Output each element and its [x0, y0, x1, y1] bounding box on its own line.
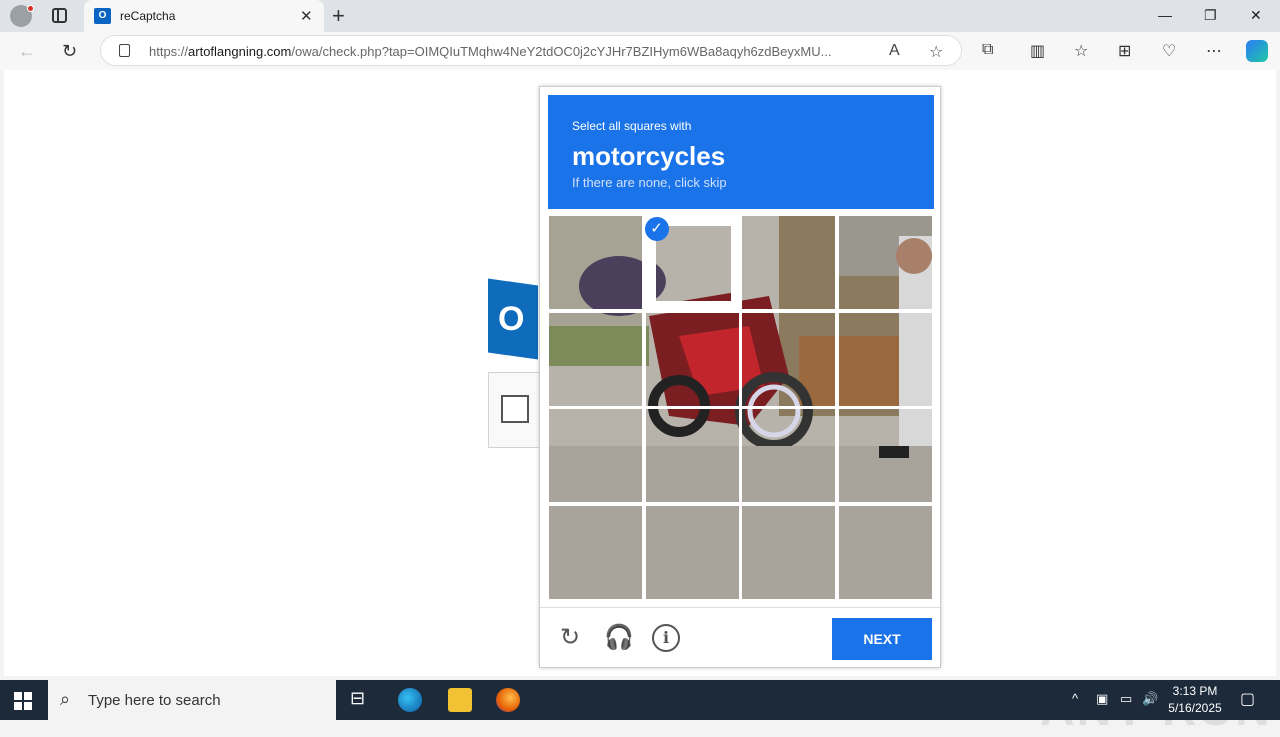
read-aloud-icon[interactable]: A [889, 42, 900, 60]
tab-recaptcha[interactable]: O reCaptcha ✕ [84, 0, 324, 32]
captcha-tile[interactable] [741, 408, 836, 503]
file-explorer-icon[interactable] [448, 688, 472, 712]
captcha-tile[interactable] [741, 311, 836, 407]
task-view-icon[interactable]: ⊟ [350, 688, 374, 712]
show-hidden-icons-icon[interactable]: ^ [1072, 691, 1078, 706]
captcha-tile-image [742, 409, 835, 502]
captcha-instruction: Select all squares with [572, 119, 692, 133]
browser-toolbar: ← ↻ https://artoflangning.com/owa/check.… [0, 32, 1280, 70]
captcha-tile-image [838, 312, 932, 406]
volume-icon[interactable]: 🔊 [1142, 691, 1158, 707]
captcha-tile-image [549, 505, 642, 599]
next-button[interactable]: NEXT [832, 618, 932, 660]
windows-start-icon[interactable] [14, 692, 32, 710]
copilot-icon[interactable] [1246, 40, 1268, 62]
edge-icon[interactable] [398, 688, 422, 712]
captcha-target-word: motorcycles [572, 141, 726, 171]
captcha-tile-image [742, 505, 835, 599]
captcha-tile[interactable] [548, 408, 643, 503]
device-icon[interactable]: ▣ [1096, 691, 1108, 707]
captcha-tile-image [645, 505, 739, 599]
captcha-tile[interactable] [548, 311, 643, 407]
captcha-tile-image [838, 409, 932, 502]
favorite-star-icon[interactable]: ☆ [929, 42, 943, 62]
captcha-tile-image [838, 505, 932, 599]
more-menu-icon[interactable]: ⋯ [1206, 41, 1222, 61]
captcha-checkbox-card [488, 372, 540, 448]
captcha-tile-image [742, 312, 835, 406]
tab-title: reCaptcha [120, 9, 176, 23]
captcha-checkbox[interactable] [501, 395, 529, 423]
favorites-icon[interactable]: ☆ [1074, 41, 1088, 61]
captcha-tile[interactable] [644, 408, 740, 503]
captcha-challenge: Select all squares with motorcycles If t… [539, 86, 941, 668]
collections-icon[interactable]: ⊞ [1118, 41, 1131, 61]
captcha-tile[interactable] [741, 504, 836, 600]
minimize-icon[interactable]: — [1158, 7, 1172, 23]
captcha-tile-image [645, 312, 739, 406]
clock-date: 5/16/2025 [1168, 701, 1222, 715]
close-tab-icon[interactable]: ✕ [300, 7, 313, 25]
captcha-tile-image [549, 409, 642, 502]
search-icon: ⌕ [60, 689, 71, 709]
captcha-tile[interactable] [548, 215, 643, 310]
captcha-tile[interactable] [837, 215, 933, 310]
browser-essentials-icon[interactable]: ♡ [1162, 41, 1176, 61]
taskbar-search-placeholder: Type here to search [88, 692, 221, 709]
captcha-skip-hint: If there are none, click skip [572, 175, 727, 190]
network-icon[interactable]: ▭ [1120, 691, 1132, 707]
split-screen-icon[interactable]: ▥ [1030, 41, 1045, 61]
tile-selected-check-icon: ✓ [644, 217, 669, 241]
clock[interactable]: 3:13 PM 5/16/2025 [1162, 683, 1228, 717]
taskbar-search[interactable]: ⌕ Type here to search [48, 680, 336, 720]
captcha-image-grid: ✓ [548, 215, 934, 601]
captcha-tile[interactable] [741, 215, 836, 310]
url-text: https://artoflangning.com/owa/check.php?… [149, 44, 832, 59]
clock-time: 3:13 PM [1172, 684, 1218, 698]
tab-actions-icon[interactable] [52, 8, 67, 23]
captcha-tile-image [742, 216, 835, 309]
captcha-tile-image [645, 409, 739, 502]
new-tab-icon[interactable]: + [332, 3, 345, 29]
firefox-icon[interactable] [496, 688, 520, 712]
reload-challenge-icon[interactable]: ↻ [556, 624, 584, 652]
captcha-tile-image [655, 226, 731, 301]
captcha-tile[interactable] [644, 504, 740, 600]
captcha-tile[interactable] [644, 311, 740, 407]
audio-challenge-icon[interactable]: 🎧 [604, 624, 634, 652]
captcha-tile[interactable] [837, 408, 933, 503]
outlook-logo-letter: O [498, 300, 525, 338]
restore-icon[interactable]: ❐ [1204, 7, 1217, 24]
address-bar[interactable]: https://artoflangning.com/owa/check.php?… [100, 35, 962, 66]
captcha-tile-image [549, 312, 642, 406]
back-icon[interactable]: ← [18, 41, 36, 62]
notification-dot-icon [27, 5, 34, 12]
captcha-tile[interactable] [548, 504, 643, 600]
refresh-icon[interactable]: ↻ [62, 41, 77, 62]
notifications-icon[interactable]: ▢ [1240, 689, 1255, 709]
extensions-icon[interactable]: ⧉ [982, 41, 993, 59]
captcha-tile-image [549, 216, 642, 309]
close-window-icon[interactable]: ✕ [1250, 7, 1262, 24]
captcha-header: Select all squares with motorcycles If t… [548, 95, 934, 209]
lock-icon[interactable] [119, 44, 130, 57]
captcha-tile-image [838, 216, 932, 309]
captcha-footer: ↻ 🎧 i NEXT [540, 607, 940, 667]
outlook-favicon-icon: O [94, 8, 111, 24]
captcha-tile[interactable] [837, 504, 933, 600]
captcha-tile[interactable] [837, 311, 933, 407]
tab-bar: O reCaptcha ✕ + — ❐ ✕ [0, 0, 1280, 32]
info-icon[interactable]: i [652, 624, 680, 652]
taskbar: ⌕ Type here to search ⊟ ^ ▣ ▭ 🔊 3:13 PM … [0, 680, 1280, 720]
